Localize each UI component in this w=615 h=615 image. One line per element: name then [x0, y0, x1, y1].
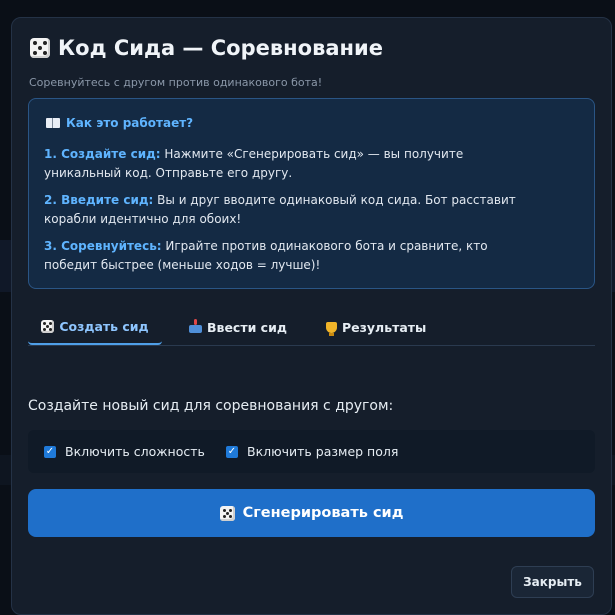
step-create: 1. Создайте сид: Нажмите «Сгенерировать …	[44, 145, 544, 183]
modal-title: Код Сида — Соревнование	[30, 36, 383, 60]
how-it-works-panel: Как это работает? 1. Создайте сид: Нажми…	[28, 98, 595, 289]
dice-icon	[219, 505, 235, 521]
board-size-checkbox[interactable]: ✓	[226, 445, 238, 458]
trophy-icon	[326, 321, 337, 336]
how-it-works-heading-text: Как это работает?	[66, 116, 194, 130]
seed-options: ✓ Включить сложность ✓ Включить размер п…	[28, 430, 595, 473]
option-label: Включить размер поля	[247, 444, 399, 459]
seed-competition-modal: Код Сида — Соревнование Соревнуйтесь с д…	[11, 17, 612, 615]
tab-results[interactable]: Результаты	[326, 309, 426, 345]
how-it-works-heading: Как это работает?	[46, 116, 193, 130]
tab-enter-seed[interactable]: Ввести сид	[189, 309, 287, 345]
create-seed-prompt: Создайте новый сид для соревнования с др…	[28, 398, 394, 414]
step-enter: 2. Введите сид: Вы и друг вводите одинак…	[44, 191, 544, 229]
step-label: 2. Введите сид:	[44, 193, 154, 207]
tab-create-seed[interactable]: Создать сид	[28, 309, 162, 345]
difficulty-checkbox[interactable]: ✓	[44, 445, 56, 458]
generate-seed-label: Сгенерировать сид	[242, 505, 404, 521]
include-difficulty-option[interactable]: ✓ Включить сложность	[44, 430, 205, 473]
step-label: 3. Соревнуйтесь:	[44, 239, 162, 253]
tab-bar: Создать сид Ввести сид Результаты	[28, 309, 595, 346]
modal-subtitle: Соревнуйтесь с другом против одинакового…	[29, 76, 323, 89]
modal-title-text: Код Сида — Соревнование	[58, 36, 384, 60]
include-board-size-option[interactable]: ✓ Включить размер поля	[226, 430, 398, 473]
generate-seed-button[interactable]: Сгенерировать сид	[28, 489, 595, 537]
dice-icon	[41, 319, 55, 333]
option-label: Включить сложность	[65, 444, 205, 459]
tab-label: Создать сид	[59, 318, 149, 334]
dice-icon	[30, 38, 50, 58]
tab-label: Ввести сид	[207, 319, 287, 335]
tab-label: Результаты	[342, 319, 427, 335]
close-button[interactable]: Закрыть	[511, 566, 594, 598]
step-compete: 3. Соревнуйтесь: Играйте против одинаков…	[44, 237, 544, 275]
step-label: 1. Создайте сид:	[44, 147, 161, 161]
joystick-icon	[189, 319, 202, 333]
book-icon	[46, 118, 60, 128]
